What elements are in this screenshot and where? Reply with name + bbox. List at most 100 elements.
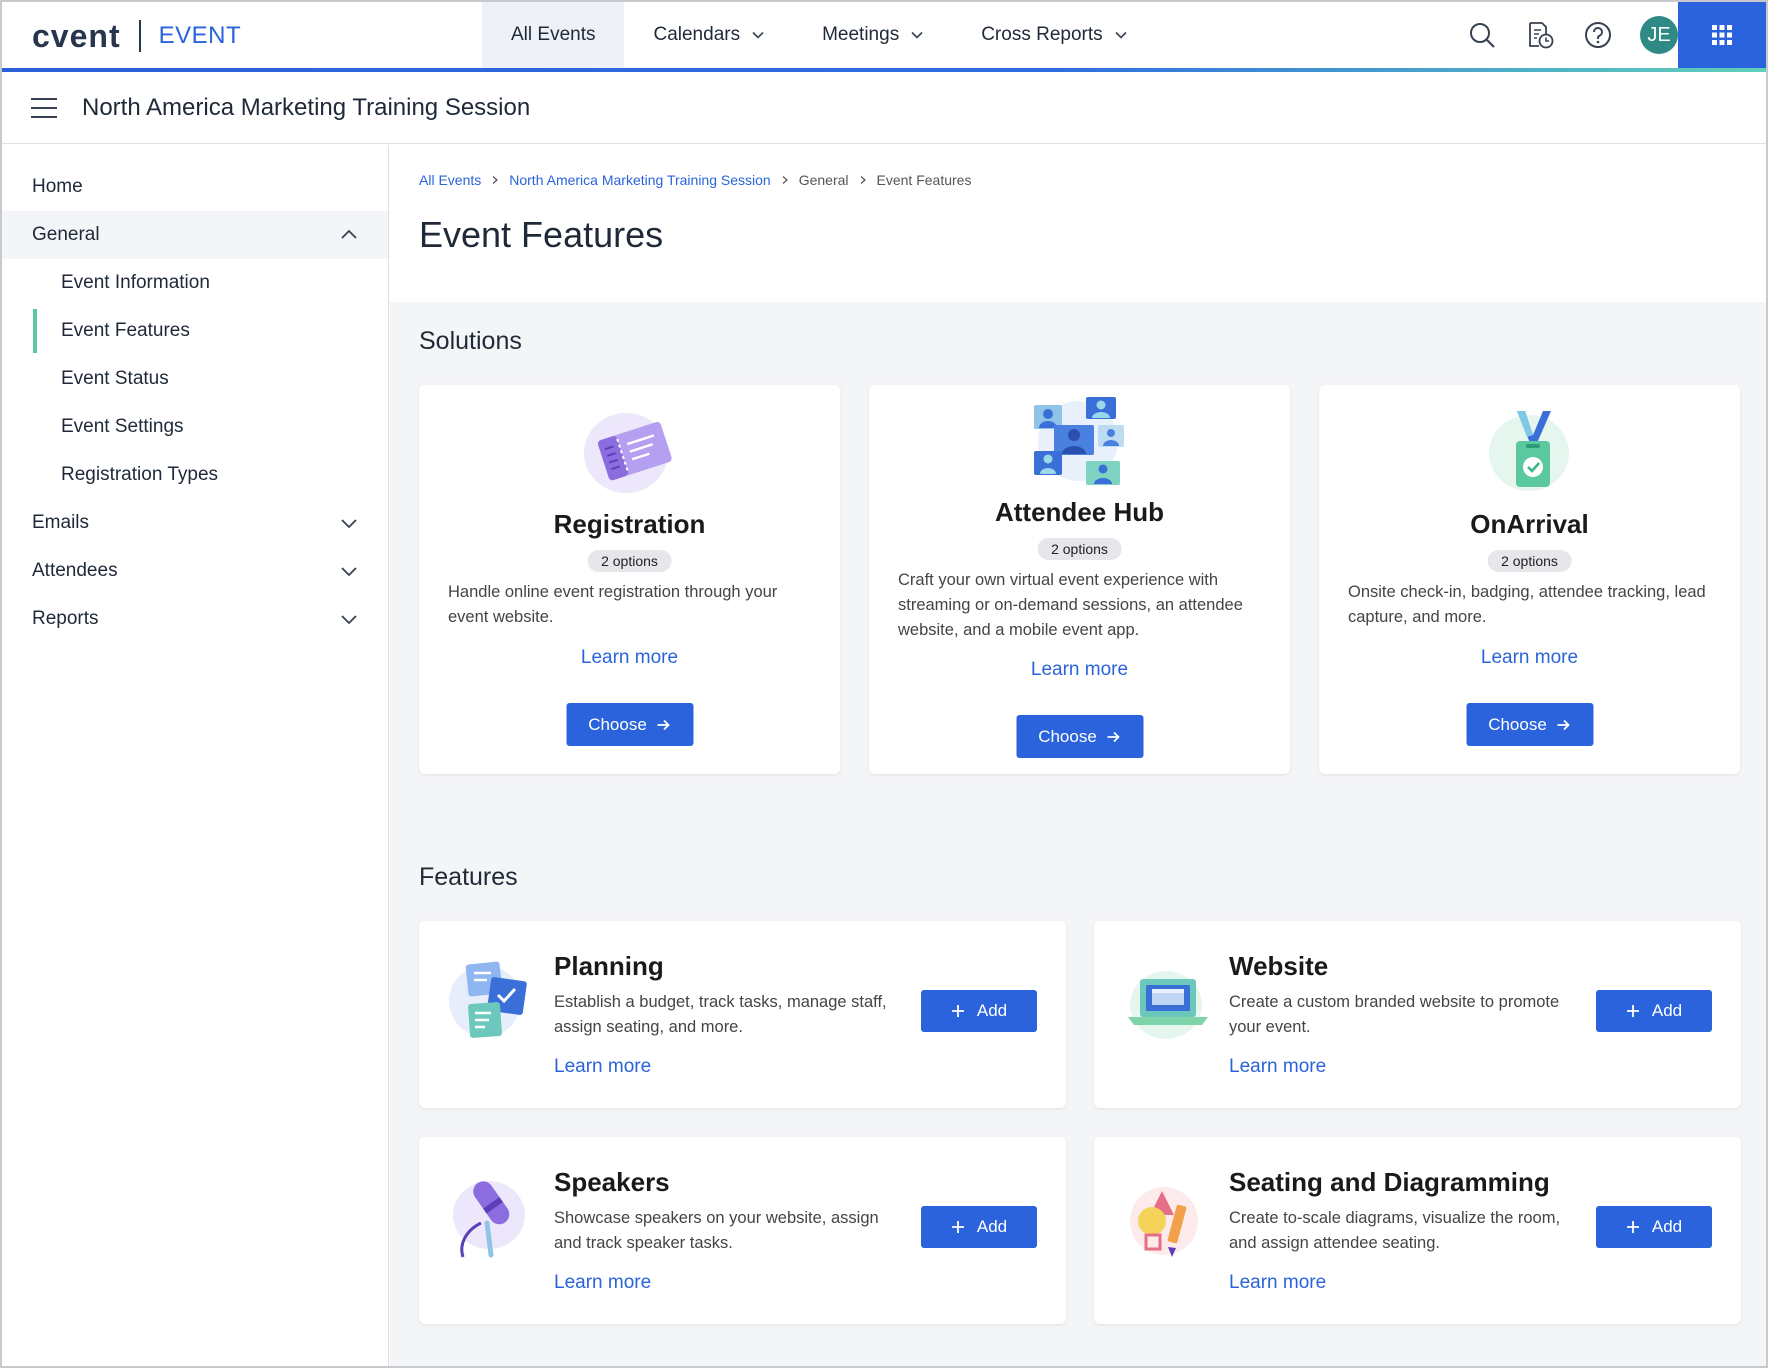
event-title: North America Marketing Training Session — [82, 93, 531, 121]
sidebar-item-event-status[interactable]: Event Status — [2, 355, 388, 403]
app-switcher-button[interactable] — [1678, 2, 1766, 68]
logo-divider — [138, 20, 141, 52]
seating-diagram-icon — [1130, 1187, 1198, 1257]
breadcrumb: All Events North America Marketing Train… — [419, 172, 1766, 188]
brand-name: cvent — [32, 17, 121, 54]
learn-more-link[interactable]: Learn more — [554, 1272, 651, 1294]
registration-ticket-icon — [583, 413, 672, 493]
nav-tab-calendars[interactable]: Calendars — [624, 2, 793, 68]
nav-tab-label: Cross Reports — [981, 24, 1103, 45]
choose-attendee-hub-button[interactable]: Choose — [1016, 715, 1143, 758]
chevron-down-icon — [752, 31, 764, 39]
sidebar-item-general[interactable]: General — [2, 211, 388, 259]
solution-card-registration: Registration 2 options Handle online eve… — [419, 385, 840, 774]
sidebar-item-label: Reports — [32, 608, 99, 629]
product-name: EVENT — [158, 22, 242, 49]
arrow-right-icon — [1557, 719, 1571, 730]
event-schedule-icon[interactable] — [1524, 19, 1556, 51]
sidebar-item-label: Registration Types — [61, 464, 219, 485]
feature-name: Website — [1229, 951, 1329, 981]
options-badge: 2 options — [587, 550, 672, 572]
breadcrumb-current: Event Features — [876, 172, 972, 188]
sidebar-item-event-settings[interactable]: Event Settings — [2, 403, 388, 451]
chevron-down-icon — [341, 615, 357, 625]
arrow-right-icon — [657, 719, 671, 730]
add-seating-diagramming-button[interactable]: Add — [1596, 1206, 1712, 1248]
sidebar-item-home[interactable]: Home — [2, 163, 388, 211]
nav-tab-all-events[interactable]: All Events — [482, 2, 625, 68]
sidebar-item-event-information[interactable]: Event Information — [2, 259, 388, 307]
sidebar-item-label: Attendees — [32, 560, 118, 581]
microphone-icon — [453, 1181, 525, 1258]
sidebar: Home General Event Information Event Fea… — [2, 145, 389, 1366]
arrow-right-icon — [1107, 731, 1121, 742]
solution-card-onarrival: OnArrival 2 options Onsite check-in, bad… — [1319, 385, 1740, 774]
user-avatar[interactable]: JE — [1640, 16, 1678, 54]
learn-more-link[interactable]: Learn more — [1229, 1056, 1326, 1078]
chevron-right-icon — [492, 176, 499, 184]
nav-tab-meetings[interactable]: Meetings — [793, 2, 952, 68]
chevron-down-icon — [1115, 31, 1127, 39]
chevron-right-icon — [782, 176, 788, 184]
grid-icon — [1712, 25, 1732, 45]
cvent-logo[interactable]: cvent EVENT — [32, 16, 241, 56]
feature-description: Create a custom branded website to promo… — [1229, 993, 1560, 1036]
solution-description: Handle online event registration through… — [448, 583, 778, 626]
sidebar-item-emails[interactable]: Emails — [2, 499, 388, 547]
help-icon[interactable] — [1582, 19, 1614, 51]
learn-more-link[interactable]: Learn more — [869, 659, 1290, 681]
event-header: North America Marketing Training Session — [2, 72, 1766, 144]
solution-name: Registration — [553, 509, 706, 539]
feature-card-website: Website Create a custom branded website … — [1094, 921, 1741, 1108]
sidebar-item-label: Home — [32, 176, 83, 197]
choose-registration-button[interactable]: Choose — [566, 703, 693, 746]
chevron-down-icon — [341, 519, 357, 529]
sidebar-item-label: Event Features — [61, 320, 190, 341]
feature-name: Planning — [554, 951, 664, 981]
search-icon[interactable] — [1466, 19, 1498, 51]
feature-description: Create to-scale diagrams, visualize the … — [1229, 1209, 1561, 1252]
attendee-hub-video-icon — [1033, 397, 1124, 485]
top-navigation-bar: cvent EVENT All Events Calendars Meeting… — [2, 2, 1766, 72]
feature-name: Seating and Diagramming — [1229, 1167, 1550, 1197]
solution-card-attendee-hub: Attendee Hub 2 options Craft your own vi… — [869, 385, 1290, 774]
plus-icon — [1626, 1005, 1639, 1017]
learn-more-link[interactable]: Learn more — [554, 1056, 651, 1078]
add-label: Add — [1651, 1217, 1683, 1236]
breadcrumb-all-events[interactable]: All Events — [419, 172, 481, 188]
sidebar-item-event-features[interactable]: Event Features — [2, 307, 388, 355]
add-speakers-button[interactable]: Add — [921, 1206, 1037, 1248]
add-website-button[interactable]: Add — [1596, 990, 1712, 1032]
chevron-down-icon — [341, 567, 357, 577]
feature-description: Showcase speakers on your website, assig… — [554, 1209, 879, 1252]
sidebar-item-attendees[interactable]: Attendees — [2, 547, 388, 595]
feature-name: Speakers — [554, 1167, 670, 1197]
solution-description: Craft your own virtual event experience … — [898, 571, 1243, 639]
nav-tab-label: Calendars — [653, 24, 741, 45]
sidebar-item-registration-types[interactable]: Registration Types — [2, 451, 388, 499]
add-label: Add — [976, 1001, 1008, 1020]
add-planning-button[interactable]: Add — [921, 990, 1037, 1032]
choose-onarrival-button[interactable]: Choose — [1466, 703, 1593, 746]
feature-card-planning: Planning Establish a budget, track tasks… — [419, 921, 1066, 1108]
feature-card-seating-diagramming: Seating and Diagramming Create to-scale … — [1094, 1137, 1741, 1324]
choose-label: Choose — [588, 714, 647, 734]
sidebar-item-label: Event Information — [61, 272, 210, 293]
sidebar-item-reports[interactable]: Reports — [2, 595, 388, 643]
solution-name: Attendee Hub — [995, 497, 1164, 527]
breadcrumb-event[interactable]: North America Marketing Training Session — [509, 172, 770, 188]
features-heading: Features — [419, 863, 518, 891]
nav-tab-cross-reports[interactable]: Cross Reports — [952, 2, 1155, 68]
page-title: Event Features — [419, 214, 664, 255]
sidebar-item-label: General — [32, 224, 100, 245]
choose-label: Choose — [1488, 714, 1547, 734]
solution-name: OnArrival — [1470, 509, 1589, 539]
sidebar-item-label: Emails — [32, 512, 90, 533]
learn-more-link[interactable]: Learn more — [419, 647, 840, 669]
learn-more-link[interactable]: Learn more — [1229, 1272, 1326, 1294]
menu-icon[interactable] — [31, 97, 57, 118]
main-nav-tabs: All Events Calendars Meetings Cross Repo… — [482, 2, 1156, 68]
solution-description: Onsite check-in, badging, attendee track… — [1348, 583, 1706, 626]
nav-tab-label: Meetings — [822, 24, 900, 45]
learn-more-link[interactable]: Learn more — [1319, 647, 1740, 669]
